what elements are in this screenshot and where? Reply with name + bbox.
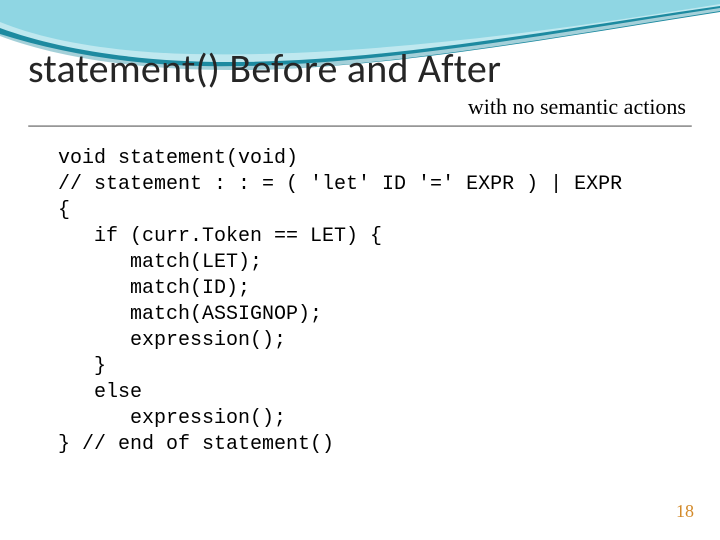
code-line: // statement : : = ( 'let' ID '=' EXPR )… bbox=[58, 173, 622, 196]
code-line: match(ASSIGNOP); bbox=[58, 303, 322, 326]
code-line: else bbox=[58, 381, 142, 404]
slide-title: statement() Before and After bbox=[28, 48, 688, 90]
code-line: expression(); bbox=[58, 329, 286, 352]
code-line: void statement(void) bbox=[58, 147, 298, 170]
code-line: if (curr.Token == LET) { bbox=[58, 225, 382, 248]
slide-subtitle: with no semantic actions bbox=[468, 94, 686, 120]
title-wrap: statement() Before and After bbox=[28, 48, 688, 90]
page-number: 18 bbox=[676, 501, 694, 522]
code-block: void statement(void) // statement : : = … bbox=[58, 146, 678, 458]
code-line: match(LET); bbox=[58, 251, 262, 274]
code-line: } // end of statement() bbox=[58, 433, 334, 456]
slide: statement() Before and After with no sem… bbox=[0, 0, 720, 540]
code-line: expression(); bbox=[58, 407, 286, 430]
code-line: match(ID); bbox=[58, 277, 250, 300]
code-line: { bbox=[58, 199, 70, 222]
title-underline bbox=[28, 125, 692, 127]
code-line: } bbox=[58, 355, 106, 378]
